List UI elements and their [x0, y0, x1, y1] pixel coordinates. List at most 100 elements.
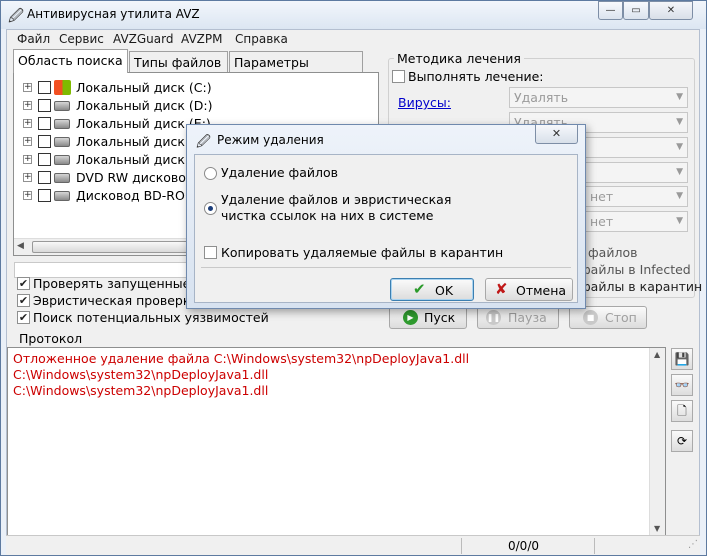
drive-icon [54, 155, 70, 165]
optical-drive-icon [54, 191, 70, 201]
scroll-left-icon[interactable]: ◀ [17, 241, 24, 251]
radio-label: Удаление файлов и эвристическая [221, 192, 452, 207]
option-checkbox-heuristic[interactable]: ✔ [17, 294, 30, 307]
dropdown-icon: ▼ [676, 142, 683, 152]
protocol-label: Протокол [19, 331, 83, 346]
menu-file[interactable]: Файл [17, 32, 50, 46]
tab-file-types[interactable]: Типы файлов [129, 51, 228, 72]
cancel-button[interactable]: ✘ Отмена [485, 278, 573, 301]
dropdown-icon: ▼ [676, 92, 683, 102]
status-bar: 0/0/0 ⋰ [6, 535, 700, 555]
option-label: Поиск потенциальных уязвимостей [33, 310, 269, 325]
log-line: C:\Windows\system32\npDeployJava1.dll [13, 367, 269, 382]
tree-checkbox[interactable] [38, 171, 51, 184]
tree-checkbox[interactable] [38, 135, 51, 148]
ok-button[interactable]: ✔ OK [390, 278, 474, 301]
expand-icon[interactable]: + [23, 155, 32, 164]
radio-label: чистка ссылок на них в системе [221, 208, 434, 223]
expand-icon[interactable]: + [23, 101, 32, 110]
viruses-link[interactable]: Вирусы: [398, 95, 451, 110]
radio-delete-files[interactable] [204, 167, 217, 180]
scroll-up-icon[interactable]: ▲ [654, 350, 660, 359]
checkbox-label: Копировать удаляемые файлы в карантин [221, 245, 504, 260]
save-log-button[interactable]: 💾 [671, 348, 693, 370]
dialog-body: Удаление файлов Удаление файлов и эврист… [194, 154, 578, 303]
drive-icon [54, 119, 70, 129]
tree-checkbox[interactable] [38, 117, 51, 130]
option-checkbox-processes[interactable]: ✔ [17, 277, 30, 290]
perform-treatment-label: Выполнять лечение: [408, 69, 544, 84]
view-log-button[interactable]: 👓 [671, 374, 693, 396]
expand-icon[interactable]: + [23, 191, 32, 200]
refresh-icon: ⟳ [676, 434, 688, 448]
status-counter: 0/0/0 [508, 539, 539, 553]
minimize-button[interactable]: — [598, 1, 623, 20]
treatment-group-label: Методика лечения [394, 51, 524, 66]
dialog-close-button[interactable]: ✕ [535, 125, 578, 144]
dropdown-icon: ▼ [676, 167, 683, 177]
window-title: Антивирусная утилита AVZ [27, 7, 200, 21]
scroll-down-icon[interactable]: ▼ [654, 524, 660, 533]
tab-search-area[interactable]: Область поиска [13, 49, 128, 73]
tree-checkbox[interactable] [38, 153, 51, 166]
treatment-combo[interactable]: Удалять ▼ [509, 87, 688, 108]
app-icon: 🖉 [8, 7, 24, 25]
system-drive-icon [54, 80, 71, 95]
copy-option-text: файлы в карантин [580, 279, 703, 294]
start-icon: ▶ [403, 310, 418, 325]
dropdown-icon: ▼ [676, 117, 683, 127]
dropdown-icon: ▼ [676, 191, 683, 201]
tree-checkbox[interactable] [38, 81, 51, 94]
dialog-app-icon: 🖉 [196, 134, 211, 150]
optical-drive-icon [54, 173, 70, 183]
title-bar[interactable]: 🖉 Антивирусная утилита AVZ — ▭ ✕ [1, 1, 706, 29]
tree-checkbox[interactable] [38, 189, 51, 202]
drive-icon [54, 137, 70, 147]
status-separator [461, 538, 462, 554]
clear-log-button[interactable]: 🗋 [671, 400, 693, 422]
menu-bar: Файл Сервис AVZGuard AVZPM Справка [7, 30, 699, 48]
menu-service[interactable]: Сервис [59, 32, 104, 46]
menu-help[interactable]: Справка [235, 32, 288, 46]
maximize-button[interactable]: ▭ [623, 1, 649, 20]
log-line: Отложенное удаление файла C:\Windows\sys… [13, 351, 470, 366]
cross-icon: ✘ [495, 280, 508, 298]
dropdown-icon: ▼ [676, 216, 683, 226]
check-icon: ✔ [413, 280, 426, 298]
tree-item-label: Локальный диск (D:) [76, 98, 213, 113]
pause-button[interactable]: ❚❚ Пауза [477, 306, 559, 329]
menu-avzguard[interactable]: AVZGuard [113, 32, 173, 46]
floppy-icon: 💾 [674, 352, 690, 366]
radio-label: Удаление файлов [221, 165, 339, 180]
tree-item-label: Локальный диск (C:) [76, 80, 212, 95]
copy-option-text: файлов [588, 245, 638, 260]
delete-mode-dialog: 🖉 Режим удаления ✕ Удаление файлов Удале… [186, 124, 586, 309]
expand-icon[interactable]: + [23, 173, 32, 182]
dialog-title: Режим удаления [217, 133, 324, 147]
pause-icon: ❚❚ [486, 310, 501, 325]
start-button[interactable]: ▶ Пуск [389, 306, 467, 329]
expand-icon[interactable]: + [23, 83, 32, 92]
stop-button[interactable]: ■ Стоп [569, 306, 647, 329]
glasses-icon: 👓 [674, 378, 690, 392]
radio-delete-and-clean[interactable] [204, 202, 217, 215]
option-checkbox-vulnerabilities[interactable]: ✔ [17, 311, 30, 324]
copy-option-text: файлы в Infected [580, 262, 691, 277]
perform-treatment-checkbox[interactable] [392, 70, 405, 83]
refresh-log-button[interactable]: ⟳ [671, 430, 693, 452]
menu-avzpm[interactable]: AVZPM [181, 32, 222, 46]
protocol-vscrollbar[interactable]: ▲ ▼ [649, 348, 665, 538]
resize-grip-icon[interactable]: ⋰ [688, 539, 698, 550]
drive-icon [54, 101, 70, 111]
expand-icon[interactable]: + [23, 119, 32, 128]
copy-to-quarantine-checkbox[interactable] [204, 246, 217, 259]
document-icon: 🗋 [677, 404, 687, 418]
tree-checkbox[interactable] [38, 99, 51, 112]
stop-icon: ■ [583, 310, 598, 325]
tab-search-params[interactable]: Параметры поиска [229, 51, 363, 85]
status-separator [594, 538, 595, 554]
log-line: C:\Windows\system32\npDeployJava1.dll [13, 383, 269, 398]
dialog-divider [201, 267, 571, 268]
close-button[interactable]: ✕ [649, 1, 693, 20]
expand-icon[interactable]: + [23, 137, 32, 146]
